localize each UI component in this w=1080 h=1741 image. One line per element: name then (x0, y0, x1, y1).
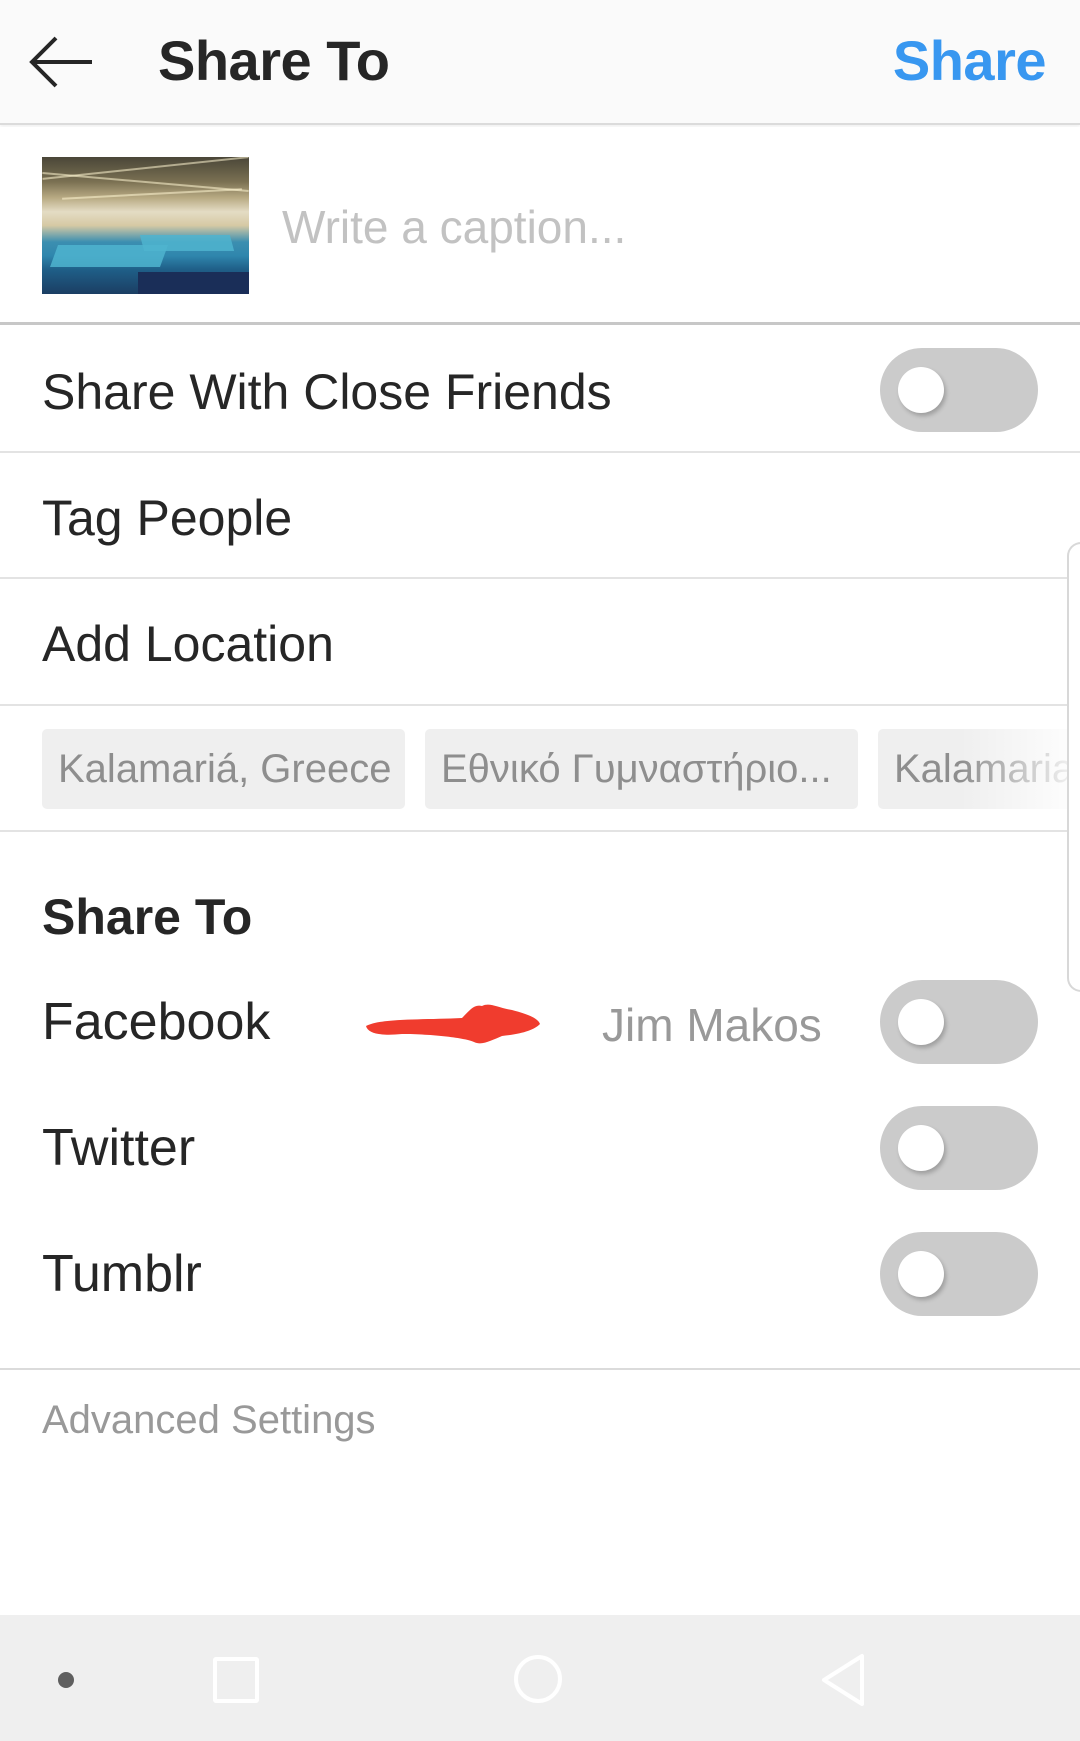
chips-fade (960, 706, 1080, 830)
advanced-settings-link[interactable]: Advanced Settings (42, 1398, 376, 1443)
toggle-knob (898, 1125, 944, 1171)
location-chip[interactable]: Εθνικό Γυμναστήριο... (425, 729, 858, 809)
back-button[interactable] (28, 34, 96, 90)
caption-input[interactable] (282, 197, 1042, 257)
recents-square-icon[interactable] (213, 1657, 259, 1703)
home-circle-icon[interactable] (514, 1655, 562, 1703)
red-arrow-icon (366, 1004, 540, 1044)
dot-icon[interactable] (58, 1672, 74, 1688)
toggle-knob (898, 367, 944, 413)
tumblr-label: Tumblr (42, 1245, 202, 1303)
share-to-heading: Share To (42, 889, 253, 945)
divider (0, 1368, 1080, 1370)
post-thumbnail[interactable] (42, 157, 249, 294)
facebook-account-name: Jim Makos (602, 999, 822, 1051)
twitter-toggle[interactable] (880, 1106, 1038, 1190)
location-suggestions: Kalamariá, Greece Εθνικό Γυμναστήριο... … (0, 706, 1080, 832)
close-friends-label: Share With Close Friends (42, 364, 612, 420)
close-friends-toggle[interactable] (880, 348, 1038, 432)
arrow-left-icon (29, 36, 92, 88)
caption-row (0, 127, 1080, 325)
page-title: Share To (158, 29, 390, 92)
tag-people-label: Tag People (42, 490, 293, 546)
facebook-label: Facebook (42, 993, 271, 1051)
facebook-toggle[interactable] (880, 980, 1038, 1064)
close-friends-row[interactable]: Share With Close Friends (0, 327, 1080, 453)
twitter-label: Twitter (42, 1119, 196, 1177)
tumblr-toggle[interactable] (880, 1232, 1038, 1316)
top-app-bar: Share To Share (0, 0, 1080, 125)
toggle-knob (898, 999, 944, 1045)
share-button[interactable]: Share (893, 28, 1047, 93)
toggle-knob (898, 1251, 944, 1297)
location-chip[interactable]: Kalamariá, Greece (42, 729, 405, 809)
add-location-label: Add Location (42, 616, 334, 672)
back-triangle-icon[interactable] (818, 1652, 868, 1708)
tag-people-row[interactable]: Tag People (0, 453, 1080, 579)
add-location-row[interactable]: Add Location (0, 579, 1080, 706)
edge-panel-handle[interactable] (1067, 542, 1080, 992)
